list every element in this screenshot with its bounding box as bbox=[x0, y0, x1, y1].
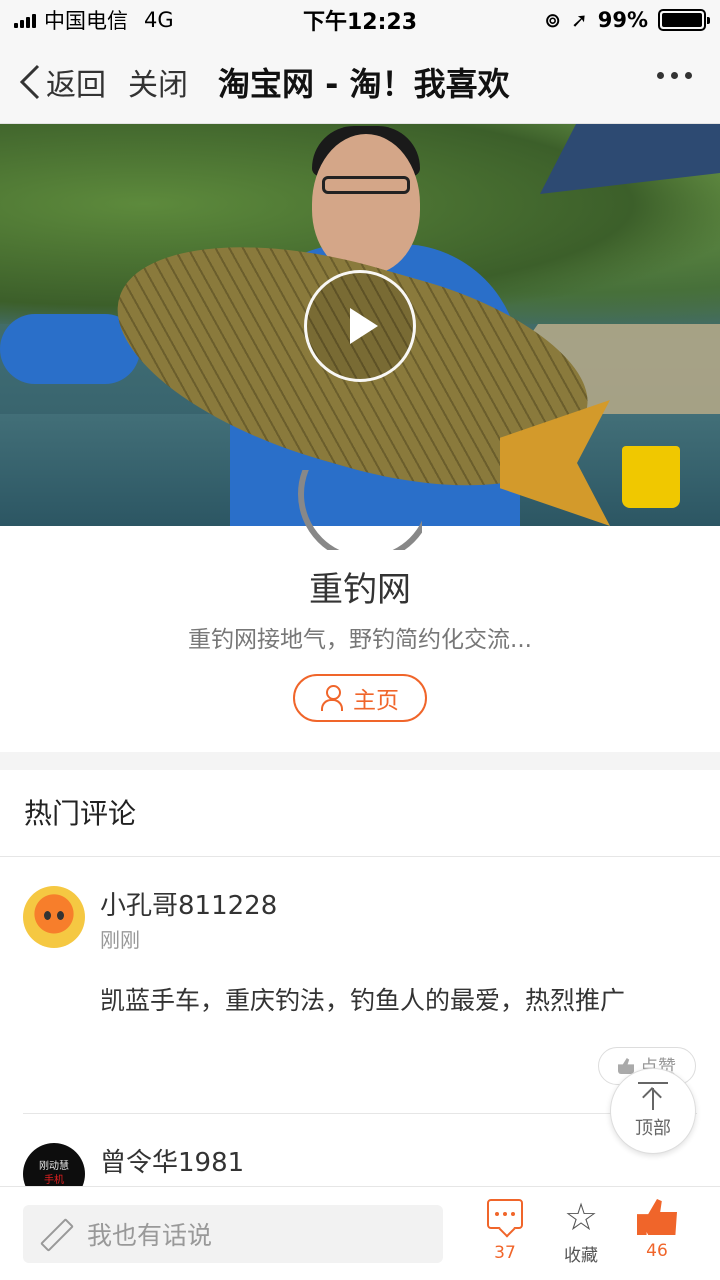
more-icon[interactable] bbox=[657, 72, 692, 79]
back-label: 返回 bbox=[46, 67, 106, 103]
signal-icon bbox=[14, 12, 36, 28]
avatar-eye bbox=[57, 911, 64, 920]
close-button[interactable]: 关闭 bbox=[128, 60, 188, 104]
status-bar: 中国电信 4G 下午12:23 ⊚ ➚ 99% bbox=[0, 0, 720, 40]
video-head bbox=[312, 134, 420, 274]
hot-comments-title: 热门评论 bbox=[24, 797, 137, 830]
video-glasses bbox=[322, 176, 410, 194]
like-count: 46 bbox=[646, 1241, 668, 1261]
favorite-label: 收藏 bbox=[564, 1246, 598, 1266]
bottom-bar: 我也有话说 37 ☆ 收藏 46 bbox=[0, 1186, 720, 1280]
video-bucket bbox=[622, 446, 680, 508]
favorite-button[interactable]: ☆ 收藏 bbox=[546, 1195, 616, 1266]
section-divider bbox=[0, 752, 720, 770]
page-title: 淘宝网 - 淘！我喜欢 bbox=[218, 64, 510, 103]
like-button[interactable]: 46 bbox=[622, 1199, 692, 1261]
page: 中国电信 4G 下午12:23 ⊚ ➚ 99% 返回 关闭 淘宝网 - 淘！我喜… bbox=[0, 0, 720, 1280]
chat-icon bbox=[487, 1199, 523, 1229]
thumbs-up-icon bbox=[637, 1199, 677, 1235]
author-avatar[interactable] bbox=[298, 470, 422, 550]
battery-percent: 99% bbox=[597, 8, 648, 32]
location-icon: ➚ bbox=[570, 8, 588, 32]
comments-button[interactable]: 37 bbox=[470, 1199, 540, 1263]
carrier-label: 中国电信 bbox=[44, 9, 128, 33]
pencil-icon bbox=[39, 1219, 69, 1249]
play-icon[interactable] bbox=[304, 270, 416, 382]
back-button[interactable]: 返回 bbox=[18, 60, 106, 104]
home-button[interactable]: 主页 bbox=[293, 674, 427, 722]
status-right: ⊚ ➚ 99% bbox=[544, 8, 710, 32]
divider bbox=[23, 1113, 697, 1114]
scroll-top-button[interactable]: 顶部 bbox=[610, 1068, 696, 1154]
user-icon bbox=[321, 685, 343, 711]
star-icon: ☆ bbox=[563, 1195, 599, 1239]
thumbs-up-icon bbox=[618, 1058, 634, 1074]
avatar[interactable] bbox=[23, 886, 85, 948]
comment-username[interactable]: 曾令华1981 bbox=[100, 1142, 244, 1179]
chevron-left-icon bbox=[19, 64, 40, 99]
avatar-eye bbox=[44, 911, 51, 920]
divider bbox=[0, 856, 720, 857]
comment-time: 刚刚 bbox=[100, 928, 140, 952]
arrow-up-icon bbox=[638, 1082, 668, 1110]
comment-input[interactable]: 我也有话说 bbox=[23, 1205, 443, 1263]
rotation-lock-icon: ⊚ bbox=[544, 8, 561, 32]
comment-username[interactable]: 小孔哥811228 bbox=[100, 885, 277, 922]
battery-fill bbox=[662, 13, 702, 27]
video-player[interactable] bbox=[0, 124, 720, 526]
battery-icon bbox=[658, 9, 710, 31]
status-left: 中国电信 4G bbox=[14, 5, 174, 35]
comment-count: 37 bbox=[494, 1243, 516, 1263]
network-label: 4G bbox=[144, 8, 174, 32]
nav-bar: 返回 关闭 淘宝网 - 淘！我喜欢 bbox=[0, 40, 720, 124]
top-label: 顶部 bbox=[635, 1118, 671, 1139]
comment-input-placeholder: 我也有话说 bbox=[87, 1221, 213, 1250]
author-description: 重钓网接地气，野钓简约化交流... bbox=[188, 627, 532, 653]
comment-text: 凯蓝手车，重庆钓法，钓鱼人的最爱，热烈推广 bbox=[100, 986, 626, 1015]
avatar-text: 刚动慧 bbox=[39, 1161, 69, 1172]
author-name: 重钓网 bbox=[309, 570, 411, 610]
home-label: 主页 bbox=[353, 688, 399, 714]
